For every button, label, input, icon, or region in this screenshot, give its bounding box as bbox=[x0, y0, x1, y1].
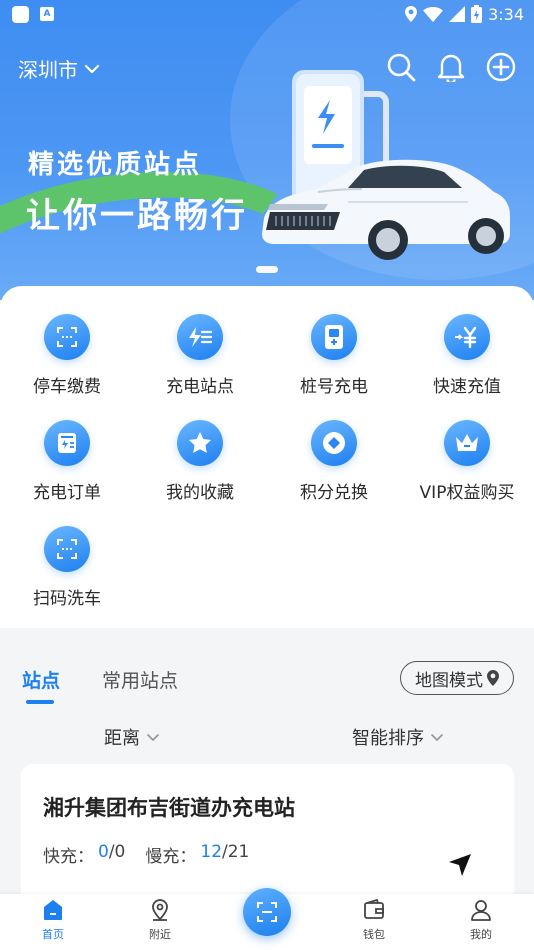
nav-mine[interactable]: 我的 bbox=[441, 898, 521, 942]
location-status-icon bbox=[405, 6, 418, 22]
plus-circle-icon bbox=[486, 52, 516, 82]
feature-car-wash[interactable]: 扫码洗车 bbox=[0, 526, 134, 609]
nav-home-label: 首页 bbox=[42, 928, 64, 941]
map-mode-label: 地图模式 bbox=[415, 670, 483, 691]
home-icon bbox=[44, 900, 62, 920]
status-bar: A 3:34 bbox=[0, 0, 534, 28]
sort-distance-dropdown[interactable]: 距离 bbox=[104, 724, 160, 750]
tab-frequent-stations[interactable]: 常用站点 bbox=[102, 666, 178, 693]
wifi-icon bbox=[423, 6, 444, 22]
map-mode-button[interactable]: 地图模式 bbox=[400, 661, 514, 695]
slow-charge-available: 12 bbox=[200, 842, 223, 862]
scan-icon bbox=[257, 902, 277, 922]
status-time: 3:34 bbox=[488, 4, 524, 24]
crown-icon bbox=[444, 420, 490, 466]
feature-pile-charging[interactable]: 桩号充电 bbox=[267, 314, 401, 397]
station-availability: 快充： 0 /0 慢充： 12 /21 bbox=[43, 842, 249, 867]
points-coin-icon bbox=[311, 420, 357, 466]
location-pin-icon bbox=[152, 899, 168, 921]
feature-label: VIP权益购买 bbox=[419, 483, 515, 503]
bell-icon bbox=[437, 54, 465, 82]
feature-label: 充电站点 bbox=[166, 377, 234, 397]
signal-icon bbox=[449, 6, 466, 22]
sort-smart-dropdown[interactable]: 智能排序 bbox=[352, 724, 444, 750]
app-notification-icon bbox=[12, 6, 29, 23]
order-list-icon bbox=[44, 420, 90, 466]
hero-banner[interactable]: A 3:34 深圳市 精选优质站点 让你一路畅行 bbox=[0, 0, 534, 300]
banner-subheadline: 让你一路畅行 bbox=[26, 196, 248, 236]
chevron-down-icon bbox=[146, 733, 160, 741]
feature-vip-purchase[interactable]: VIP权益购买 bbox=[400, 420, 534, 503]
feature-quick-recharge[interactable]: 快速充值 bbox=[400, 314, 534, 397]
chevron-down-icon bbox=[84, 64, 100, 73]
feature-label: 我的收藏 bbox=[166, 483, 234, 503]
notifications-button[interactable] bbox=[434, 50, 468, 84]
sort-row: 距离 智能排序 bbox=[0, 720, 534, 754]
charger-pile-icon bbox=[311, 314, 357, 360]
fast-charge-label: 快充： bbox=[43, 847, 94, 867]
fast-charge-total: /0 bbox=[108, 842, 126, 862]
translate-notification-icon: A bbox=[40, 7, 54, 21]
feature-label: 扫码洗车 bbox=[33, 589, 101, 609]
feature-charging-stations[interactable]: 充电站点 bbox=[133, 314, 267, 397]
city-selector[interactable]: 深圳市 bbox=[18, 54, 100, 83]
banner-pagination-dot[interactable] bbox=[256, 266, 278, 273]
feature-parking-payment[interactable]: 停车缴费 bbox=[0, 314, 134, 397]
feature-label: 快速充值 bbox=[433, 377, 501, 397]
feature-label: 积分兑换 bbox=[300, 483, 368, 503]
sort-smart-label: 智能排序 bbox=[352, 728, 424, 749]
chevron-down-icon bbox=[430, 733, 444, 741]
add-button[interactable] bbox=[484, 50, 518, 84]
car-illustration bbox=[262, 159, 510, 260]
station-name: 湘升集团布吉街道办充电站 bbox=[43, 796, 295, 820]
tab-stations[interactable]: 站点 bbox=[22, 666, 60, 693]
nav-nearby-label: 附近 bbox=[149, 928, 171, 941]
user-icon bbox=[471, 900, 491, 921]
city-name: 深圳市 bbox=[18, 58, 78, 82]
nav-wallet-label: 钱包 bbox=[363, 928, 385, 941]
nav-home[interactable]: 首页 bbox=[13, 898, 93, 942]
slow-charge-label: 慢充： bbox=[145, 847, 197, 867]
wallet-icon bbox=[364, 898, 384, 919]
sort-distance-label: 距离 bbox=[104, 728, 140, 749]
parking-scan-icon bbox=[44, 314, 90, 360]
charging-station-icon bbox=[177, 314, 223, 360]
feature-label: 停车缴费 bbox=[33, 377, 101, 397]
nav-nearby[interactable]: 附近 bbox=[120, 898, 200, 942]
location-pin-icon bbox=[487, 670, 499, 686]
slow-charge-total: /21 bbox=[222, 842, 250, 862]
yen-recharge-icon bbox=[444, 314, 490, 360]
star-icon bbox=[177, 420, 223, 466]
feature-label: 桩号充电 bbox=[300, 377, 368, 397]
feature-points-exchange[interactable]: 积分兑换 bbox=[267, 420, 401, 503]
car-wash-scan-icon bbox=[44, 526, 90, 572]
feature-charging-orders[interactable]: 充电订单 bbox=[0, 420, 134, 503]
feature-favorites[interactable]: 我的收藏 bbox=[133, 420, 267, 503]
tab-active-indicator bbox=[26, 700, 54, 704]
banner-headline: 精选优质站点 bbox=[28, 150, 203, 180]
scan-button[interactable] bbox=[243, 888, 291, 936]
feature-label: 充电订单 bbox=[33, 483, 101, 503]
nav-wallet[interactable]: 钱包 bbox=[334, 898, 414, 942]
navigate-arrow-icon[interactable] bbox=[447, 852, 473, 878]
battery-icon bbox=[471, 5, 483, 23]
feature-grid: 停车缴费 充电站点 桩号充电 快速充值 充电订单 我的收藏 积分兑换 VIP权益… bbox=[0, 286, 534, 628]
nav-mine-label: 我的 bbox=[470, 928, 492, 941]
fast-charge-available: 0 bbox=[98, 842, 109, 862]
